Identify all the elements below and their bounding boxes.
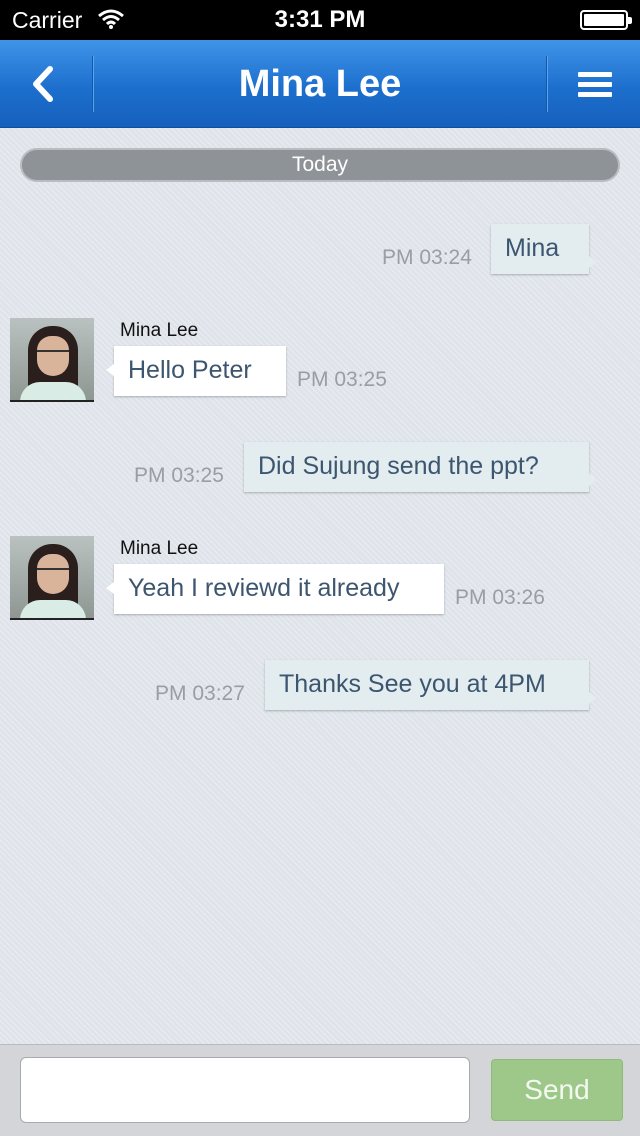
contact-avatar[interactable] [10,318,94,402]
nav-divider-right [546,56,548,112]
date-separator: Today [20,148,620,182]
outgoing-message-bubble[interactable]: Mina [491,224,597,274]
chevron-left-icon [33,66,53,102]
chat-area[interactable]: Today PM 03:24 Mina Mina Lee Hello Peter… [0,128,640,1044]
message-time: PM 03:27 [155,682,245,705]
message-time: PM 03:26 [455,586,545,609]
status-bar: Carrier 3:31 PM [0,0,640,40]
message-composer: Send [0,1044,640,1136]
sender-name: Mina Lee [120,538,199,559]
back-button[interactable] [0,40,92,128]
contact-avatar[interactable] [10,536,94,620]
message-time: PM 03:25 [297,368,387,391]
message-time: PM 03:24 [382,246,472,269]
nav-divider-left [92,56,94,112]
nav-bar: Mina Lee [0,40,640,128]
incoming-message-bubble[interactable]: Yeah I reviewd it already [106,564,444,614]
send-button[interactable]: Send [491,1059,623,1121]
message-input[interactable] [20,1057,470,1123]
sender-name: Mina Lee [120,320,199,341]
page-title: Mina Lee [238,63,402,105]
outgoing-message-bubble[interactable]: Thanks See you at 4PM [265,660,597,710]
status-time: 3:31 PM [274,6,366,33]
message-time: PM 03:25 [134,464,224,487]
menu-button[interactable] [550,40,640,128]
outgoing-message-bubble[interactable]: Did Sujung send the ppt? [244,442,597,492]
battery-icon [580,10,632,30]
incoming-message-bubble[interactable]: Hello Peter [106,346,286,396]
